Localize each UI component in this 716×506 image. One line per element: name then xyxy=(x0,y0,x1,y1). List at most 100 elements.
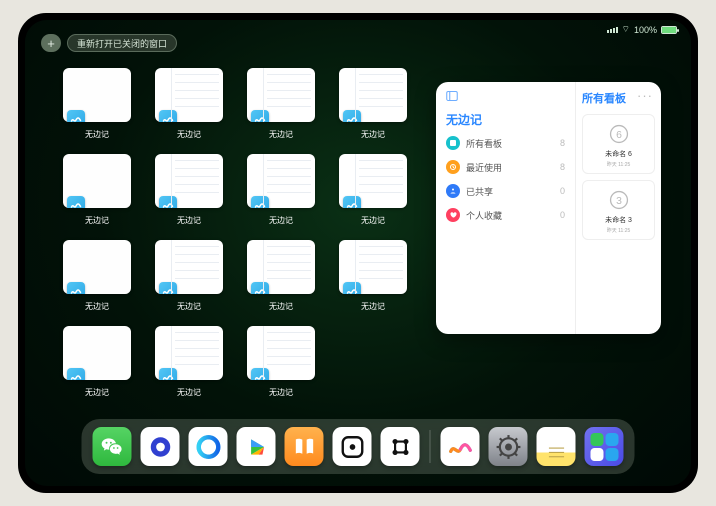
wifi-icon: ⌔ xyxy=(622,24,630,35)
category-icon xyxy=(446,208,460,222)
video-app-icon[interactable] xyxy=(237,427,276,466)
reopen-closed-window-button[interactable]: 重新打开已关闭的窗口 xyxy=(67,34,177,52)
books-app-icon[interactable] xyxy=(285,427,324,466)
sidebar-item[interactable]: 最近使用8 xyxy=(446,160,565,174)
item-count: 0 xyxy=(560,186,565,196)
board-name: 未命名 3 xyxy=(605,215,632,225)
window-thumb[interactable]: 无边记 xyxy=(153,326,225,402)
thumb-label: 无边记 xyxy=(361,215,385,226)
window-thumb[interactable]: 无边记 xyxy=(153,240,225,316)
thumb-label: 无边记 xyxy=(177,387,201,398)
item-label: 个人收藏 xyxy=(466,209,502,222)
board-thumb[interactable]: 3 未命名 3 昨天 11:25 xyxy=(582,180,655,240)
board-time: 昨天 11:25 xyxy=(607,227,631,234)
freeform-mini-icon xyxy=(159,110,177,122)
svg-text:6: 6 xyxy=(616,129,622,140)
thumb-preview xyxy=(63,326,131,380)
window-thumb[interactable]: 无边记 xyxy=(337,154,409,230)
freeform-mini-icon xyxy=(251,368,269,380)
board-name: 未命名 6 xyxy=(605,149,632,159)
window-thumb[interactable]: 无边记 xyxy=(153,154,225,230)
board-time: 昨天 11:25 xyxy=(607,161,631,168)
freeform-mini-icon xyxy=(343,110,361,122)
sidebar-item[interactable]: 个人收藏 0 xyxy=(446,208,565,222)
window-thumb[interactable]: 无边记 xyxy=(245,240,317,316)
window-thumb[interactable]: 无边记 xyxy=(337,240,409,316)
window-thumb[interactable]: 无边记 xyxy=(153,68,225,144)
item-count: 0 xyxy=(560,210,565,220)
sidebar-item[interactable]: 所有看板 8 xyxy=(446,136,565,150)
sketch-icon: 6 xyxy=(606,121,632,147)
thumb-preview xyxy=(247,326,315,380)
freeform-mini-icon xyxy=(159,368,177,380)
status-bar: ⌔ 100% xyxy=(607,24,678,35)
grid-game-app-icon[interactable] xyxy=(381,427,420,466)
thumb-label: 无边记 xyxy=(177,129,201,140)
window-thumb[interactable]: 无边记 xyxy=(61,68,133,144)
thumb-label: 无边记 xyxy=(177,215,201,226)
thumb-preview xyxy=(339,240,407,294)
thumb-preview xyxy=(247,240,315,294)
thumb-label: 无边记 xyxy=(269,215,293,226)
board-list: 所有看板 6未命名 6昨天 11:253未命名 3昨天 11:25 xyxy=(576,82,661,334)
thumb-label: 无边记 xyxy=(269,301,293,312)
thumb-preview xyxy=(155,154,223,208)
app-title: 无边记 xyxy=(446,111,565,128)
settings-app-icon[interactable] xyxy=(489,427,528,466)
window-thumb[interactable]: 无边记 xyxy=(245,326,317,402)
freeform-mini-icon xyxy=(67,110,85,122)
dock-separator xyxy=(430,430,431,463)
item-label: 已共享 xyxy=(466,185,493,198)
thumb-label: 无边记 xyxy=(177,301,201,312)
thumb-preview xyxy=(155,326,223,380)
item-count: 8 xyxy=(560,138,565,148)
thumb-preview xyxy=(247,68,315,122)
thumb-label: 无边记 xyxy=(85,215,109,226)
window-thumb[interactable]: 无边记 xyxy=(61,326,133,402)
more-icon[interactable]: ··· xyxy=(637,88,653,103)
freeform-mini-icon xyxy=(343,196,361,208)
window-thumb[interactable]: 无边记 xyxy=(245,154,317,230)
window-thumb[interactable]: 无边记 xyxy=(337,68,409,144)
app-library-icon[interactable] xyxy=(585,427,624,466)
window-thumb[interactable]: 无边记 xyxy=(61,240,133,316)
freeform-app-icon[interactable] xyxy=(441,427,480,466)
quark-app-icon[interactable] xyxy=(141,427,180,466)
thumb-preview xyxy=(339,68,407,122)
thumb-label: 无边记 xyxy=(361,129,385,140)
thumb-preview xyxy=(63,154,131,208)
wechat-app-icon[interactable] xyxy=(93,427,132,466)
window-thumb[interactable]: 无边记 xyxy=(245,68,317,144)
qq-browser-app-icon[interactable] xyxy=(189,427,228,466)
thumb-label: 无边记 xyxy=(361,301,385,312)
thumb-label: 无边记 xyxy=(85,129,109,140)
freeform-mini-icon xyxy=(159,196,177,208)
ipad-frame: ⌔ 100% + 重新打开已关闭的窗口 无边记无边记无边记无边记无边记无边记无边… xyxy=(18,13,698,493)
item-label: 所有看板 xyxy=(466,137,502,150)
thumb-preview xyxy=(63,240,131,294)
add-button[interactable]: + xyxy=(41,34,61,52)
freeform-mini-icon xyxy=(343,282,361,294)
category-icon xyxy=(446,160,460,174)
freeform-floating-window[interactable]: ··· 无边记 所有看板8最近使用8已共享0个人收藏0 所有看板 6未命名 6昨… xyxy=(436,82,661,334)
sketch-icon: 3 xyxy=(606,187,632,213)
thumb-label: 无边记 xyxy=(269,387,293,398)
thumb-label: 无边记 xyxy=(85,301,109,312)
dice-app-icon[interactable] xyxy=(333,427,372,466)
dock xyxy=(82,419,635,474)
battery-icon xyxy=(661,26,677,34)
thumb-preview xyxy=(339,154,407,208)
window-thumb[interactable]: 无边记 xyxy=(61,154,133,230)
freeform-mini-icon xyxy=(67,368,85,380)
freeform-mini-icon xyxy=(159,282,177,294)
freeform-mini-icon xyxy=(251,282,269,294)
thumb-preview xyxy=(155,68,223,122)
sidebar-toggle-icon[interactable] xyxy=(446,90,458,105)
screen: ⌔ 100% + 重新打开已关闭的窗口 无边记无边记无边记无边记无边记无边记无边… xyxy=(25,20,691,486)
sidebar-item[interactable]: 已共享 0 xyxy=(446,184,565,198)
board-thumb[interactable]: 6 未命名 6 昨天 11:25 xyxy=(582,114,655,174)
battery-pct: 100% xyxy=(634,25,657,35)
notes-app-icon[interactable] xyxy=(537,427,576,466)
svg-text:3: 3 xyxy=(616,195,622,206)
thumb-preview xyxy=(155,240,223,294)
